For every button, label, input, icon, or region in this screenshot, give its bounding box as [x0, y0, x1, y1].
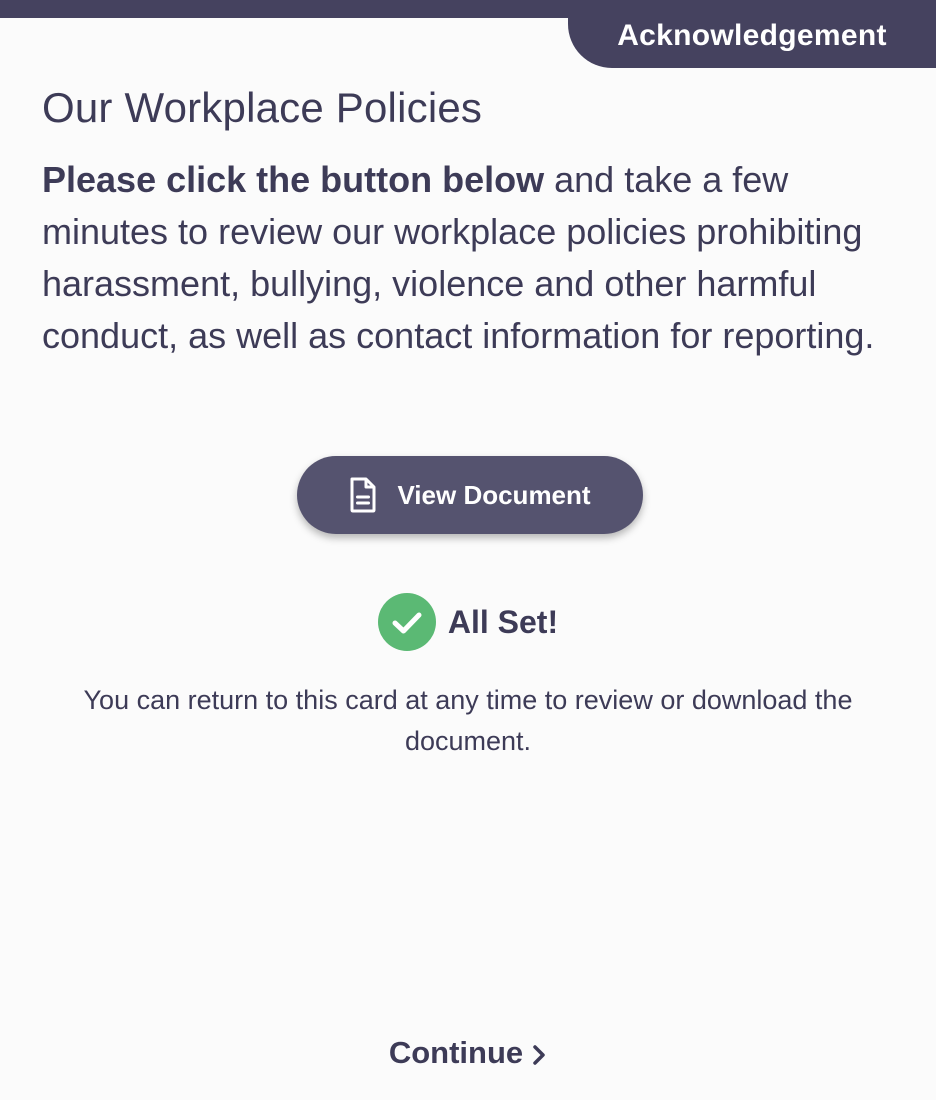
status-label: All Set! — [447, 603, 559, 640]
view-document-label: View Document — [397, 479, 591, 510]
page-title: Our Workplace Policies — [42, 84, 483, 131]
continue-button[interactable]: Continue — [0, 1030, 936, 1076]
document-icon — [350, 477, 376, 513]
check-circle-icon — [377, 593, 436, 651]
intro-text: Please click the button below and take a… — [42, 154, 892, 362]
view-document-button[interactable]: View Document — [297, 456, 643, 534]
chevron-right-icon — [533, 1044, 545, 1065]
review-note: You can return to this card at any time … — [83, 685, 853, 756]
tag-label: Acknowledgement — [617, 19, 887, 52]
intro-bold-text: Please click the button below — [42, 159, 545, 200]
acknowledgement-tag: Acknowledgement — [568, 0, 936, 68]
continue-label: Continue — [388, 1035, 524, 1070]
status-row: All Set! — [0, 593, 936, 651]
